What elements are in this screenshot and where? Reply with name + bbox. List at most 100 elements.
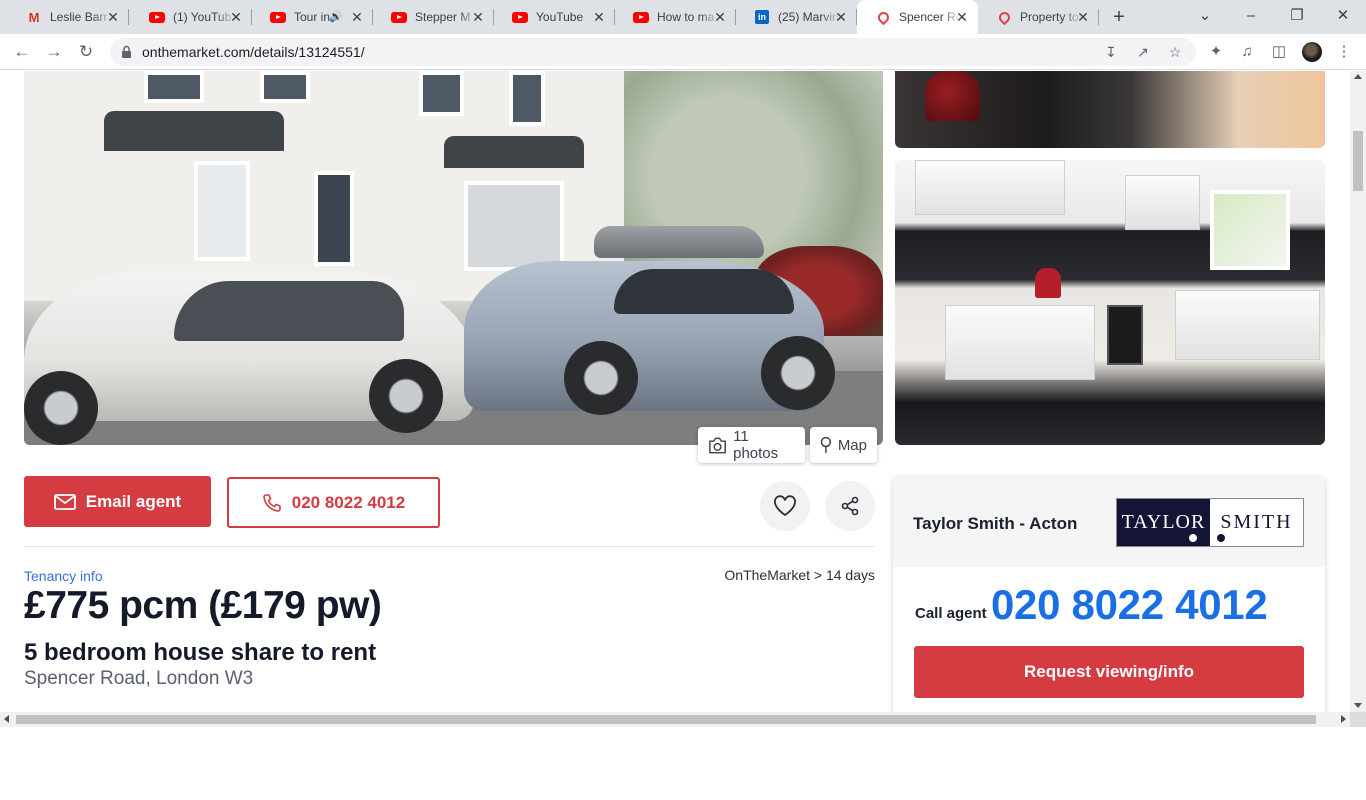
minimize-window-icon[interactable]: – [1228,0,1274,34]
bookmark-star-icon[interactable]: ☆ [1167,44,1183,60]
heart-icon [774,495,796,517]
media-control-icon[interactable]: ♫ [1238,43,1256,61]
youtube-icon [512,9,528,25]
share-icon [841,496,859,516]
linkedin-icon: in [754,9,770,25]
close-tab-icon[interactable]: ✕ [833,9,849,25]
close-tab-icon[interactable]: ✕ [349,9,365,25]
agent-name[interactable]: Taylor Smith - Acton [913,514,1077,534]
vertical-scrollbar[interactable] [1350,71,1366,712]
map-button[interactable]: Map [810,427,877,463]
youtube-icon [270,9,286,25]
save-favourite-button[interactable] [760,481,810,531]
browser-tab[interactable]: M Leslie Barr ✕ [8,0,129,34]
horizontal-scrollbar[interactable] [0,712,1350,727]
close-tab-icon[interactable]: ✕ [470,9,486,25]
photos-count-label: 11 photos [733,428,779,462]
email-agent-button[interactable]: Email agent [24,476,211,527]
profile-avatar[interactable] [1302,42,1322,62]
logo-dot [1189,534,1197,542]
base-cabinet [945,305,1095,380]
back-arrow-icon[interactable]: ← [9,39,35,65]
youtube-icon [149,9,165,25]
browser-tab[interactable]: in (25) Marvin ✕ [736,0,857,34]
close-tab-icon[interactable]: ✕ [591,9,607,25]
close-tab-icon[interactable]: ✕ [1075,9,1091,25]
browser-tab[interactable]: How to ma ✕ [615,0,736,34]
vertical-scroll-thumb[interactable] [1353,131,1363,191]
agent-logo-right: SMITH [1210,499,1303,546]
browser-tab-title: Stepper M [415,10,471,24]
url-text: onthemarket.com/details/13124551/ [142,44,365,60]
tenancy-info-link[interactable]: Tenancy info [24,568,103,584]
call-agent-button[interactable]: 020 8022 4012 [227,477,440,528]
house-window [144,71,204,103]
browser-tab-strip: M Leslie Barr ✕ (1) YouTub ✕ Tour in 🔊 ✕ Stepper… [0,0,1366,34]
browser-tab-title: Leslie Barr [50,10,108,24]
browser-toolbar: ← → ↻ onthemarket.com/details/13124551/ … [0,34,1366,70]
agent-logo-left-text: TAYLOR [1121,511,1206,533]
gmail-icon: M [28,9,40,25]
extensions-puzzle-icon[interactable]: ✦ [1207,43,1225,61]
close-tab-icon[interactable]: ✕ [712,9,728,25]
agent-logo[interactable]: TAYLOR SMITH [1116,498,1304,547]
agent-phone-number[interactable]: 020 8022 4012 [991,581,1268,629]
close-tab-icon[interactable]: ✕ [105,9,121,25]
photos-button[interactable]: 11 photos [698,427,805,463]
restore-window-icon[interactable]: ❐ [1274,0,1320,34]
browser-tab[interactable]: YouTube ✕ [494,0,615,34]
browser-tab[interactable]: Tour in 🔊 ✕ [252,0,373,34]
install-app-icon[interactable]: ↧ [1103,44,1119,60]
close-tab-icon[interactable]: ✕ [228,9,244,25]
share-page-icon[interactable]: ↗ [1135,44,1151,60]
house-window [464,181,564,271]
onthemarket-pin-icon [996,9,1012,25]
browser-menu-icon[interactable]: ⋮ [1335,43,1353,61]
call-agent-label: Call agent [915,605,987,622]
request-viewing-button[interactable]: Request viewing/info [914,646,1304,698]
address-bar[interactable]: onthemarket.com/details/13124551/ ↧ ↗ ☆ [110,38,1196,66]
close-window-icon[interactable]: ✕ [1320,0,1366,34]
browser-tab[interactable]: (1) YouTub ✕ [131,0,252,34]
onthemarket-pin-icon [875,9,891,25]
new-tab-button[interactable]: + [1108,6,1130,28]
scroll-down-arrow-icon[interactable] [1354,703,1362,708]
agent-logo-left: TAYLOR [1117,499,1210,546]
browser-tab-title: How to ma [657,10,715,24]
close-tab-icon[interactable]: ✕ [954,9,970,25]
browser-tab[interactable]: Spencer Ro ✕ [857,0,978,34]
camera-icon [709,437,726,453]
wall-cabinet [1125,175,1200,230]
kettle [1035,268,1061,298]
section-divider [24,546,875,547]
side-panel-icon[interactable]: ◫ [1270,43,1288,61]
kitchen-photo-top[interactable] [895,71,1325,148]
listing-address: Spencer Road, London W3 [24,668,254,689]
browser-tab-title: YouTube [536,10,584,24]
roof-box [594,226,764,258]
main-property-photo[interactable] [24,71,883,445]
kettle [925,71,980,121]
horizontal-scroll-thumb[interactable] [16,715,1316,724]
youtube-icon [391,9,407,25]
browser-tab[interactable]: Stepper M ✕ [373,0,494,34]
scroll-up-arrow-icon[interactable] [1354,74,1362,79]
tab-search-chevron-icon[interactable]: ⌄ [1182,0,1228,34]
share-button[interactable] [825,481,875,531]
phone-number-label: 020 8022 4012 [291,492,406,512]
reload-icon[interactable]: ↻ [73,39,99,65]
oven [1107,305,1143,365]
forward-arrow-icon[interactable]: → [41,39,67,65]
map-pin-icon [820,436,832,453]
car-wheel [24,371,98,445]
lock-icon [122,45,131,58]
agent-card-header: Taylor Smith - Acton TAYLOR SMITH [893,477,1325,567]
browser-tab[interactable]: Property to ✕ [978,0,1099,34]
speaker-audio-icon[interactable]: 🔊 [329,10,343,23]
scroll-left-arrow-icon[interactable] [4,715,9,723]
tab-separator [1098,9,1099,25]
listing-title: 5 bedroom house share to rent [24,639,377,666]
scroll-right-arrow-icon[interactable] [1341,715,1346,723]
kitchen-photo[interactable] [895,160,1325,445]
browser-tab-title: Spencer Ro [899,10,961,24]
